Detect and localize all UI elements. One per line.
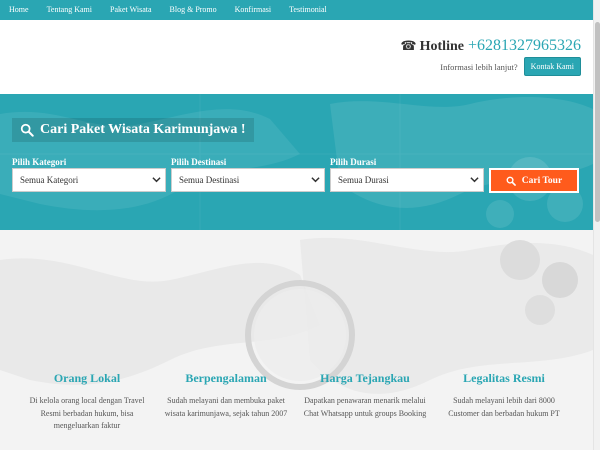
contact-button[interactable]: Kontak Kami bbox=[523, 57, 581, 76]
category-select[interactable]: Semua Kategori bbox=[12, 168, 166, 192]
chevron-down-icon bbox=[152, 177, 161, 183]
top-navigation: Home Tentang Kami Paket Wisata Blog & Pr… bbox=[0, 0, 593, 20]
nav-testimonial[interactable]: Testimonial bbox=[280, 0, 336, 20]
info-text: Informasi lebih lanjut? bbox=[440, 61, 518, 72]
feature-card: Legalitas Resmi Sudah melayani lebih dar… bbox=[439, 371, 569, 420]
feature-description: Sudah melayani dan membuka paket wisata … bbox=[164, 396, 288, 418]
hotline: ☎ Hotline +6281327965326 bbox=[400, 37, 581, 55]
page-scrollbar[interactable] bbox=[593, 0, 600, 450]
destination-select-value: Semua Destinasi bbox=[179, 175, 240, 185]
search-icon bbox=[20, 123, 34, 137]
search-section: Cari Paket Wisata Karimunjawa ! Pilih Ka… bbox=[0, 94, 593, 230]
chevron-down-icon bbox=[470, 177, 479, 183]
feature-title: Berpengalaman bbox=[185, 371, 267, 385]
feature-card: Harga Tejangkau Dapatkan penawaran menar… bbox=[300, 371, 430, 420]
search-tour-button[interactable]: Cari Tour bbox=[489, 168, 579, 193]
duration-label: Pilih Durasi bbox=[330, 157, 377, 167]
feature-title: Harga Tejangkau bbox=[320, 371, 410, 385]
phone-icon: ☎ bbox=[400, 39, 417, 54]
nav-paket-wisata[interactable]: Paket Wisata bbox=[101, 0, 161, 20]
feature-title: Orang Lokal bbox=[53, 371, 121, 385]
nav-tentang-kami[interactable]: Tentang Kami bbox=[38, 0, 101, 20]
feature-description: Dapatkan penawaran menarik melalui Chat … bbox=[303, 396, 427, 418]
features-section: Orang Lokal Di kelola orang local dengan… bbox=[0, 230, 593, 450]
duration-select[interactable]: Semua Durasi bbox=[330, 168, 484, 192]
search-tour-button-label: Cari Tour bbox=[521, 175, 563, 186]
duration-select-value: Semua Durasi bbox=[338, 175, 389, 185]
feature-card: Berpengalaman Sudah melayani dan membuka… bbox=[161, 371, 291, 420]
destination-label: Pilih Destinasi bbox=[171, 157, 227, 167]
search-title: Cari Paket Wisata Karimunjawa ! bbox=[12, 118, 254, 142]
category-select-value: Semua Kategori bbox=[20, 175, 79, 185]
scrollbar-thumb[interactable] bbox=[595, 22, 600, 222]
feature-description: Sudah melayani lebih dari 8000 Customer … bbox=[448, 396, 560, 418]
page-header: ☎ Hotline +6281327965326 Informasi lebih… bbox=[0, 20, 593, 94]
destination-select[interactable]: Semua Destinasi bbox=[171, 168, 325, 192]
nav-konfirmasi[interactable]: Konfirmasi bbox=[226, 0, 280, 20]
hotline-label: Hotline bbox=[419, 39, 464, 54]
background-map bbox=[0, 94, 593, 230]
feature-card: Orang Lokal Di kelola orang local dengan… bbox=[22, 371, 152, 433]
chevron-down-icon bbox=[311, 177, 320, 183]
hotline-number[interactable]: +6281327965326 bbox=[468, 37, 581, 55]
nav-blog-promo[interactable]: Blog & Promo bbox=[161, 0, 226, 20]
info-line: Informasi lebih lanjut? Kontak Kami bbox=[440, 57, 581, 76]
search-title-text: Cari Paket Wisata Karimunjawa ! bbox=[40, 122, 246, 137]
search-icon bbox=[506, 176, 516, 186]
feature-description: Di kelola orang local dengan Travel Resm… bbox=[29, 396, 145, 430]
category-label: Pilih Kategori bbox=[12, 157, 67, 167]
nav-home[interactable]: Home bbox=[0, 0, 38, 20]
feature-title: Legalitas Resmi bbox=[463, 371, 545, 385]
